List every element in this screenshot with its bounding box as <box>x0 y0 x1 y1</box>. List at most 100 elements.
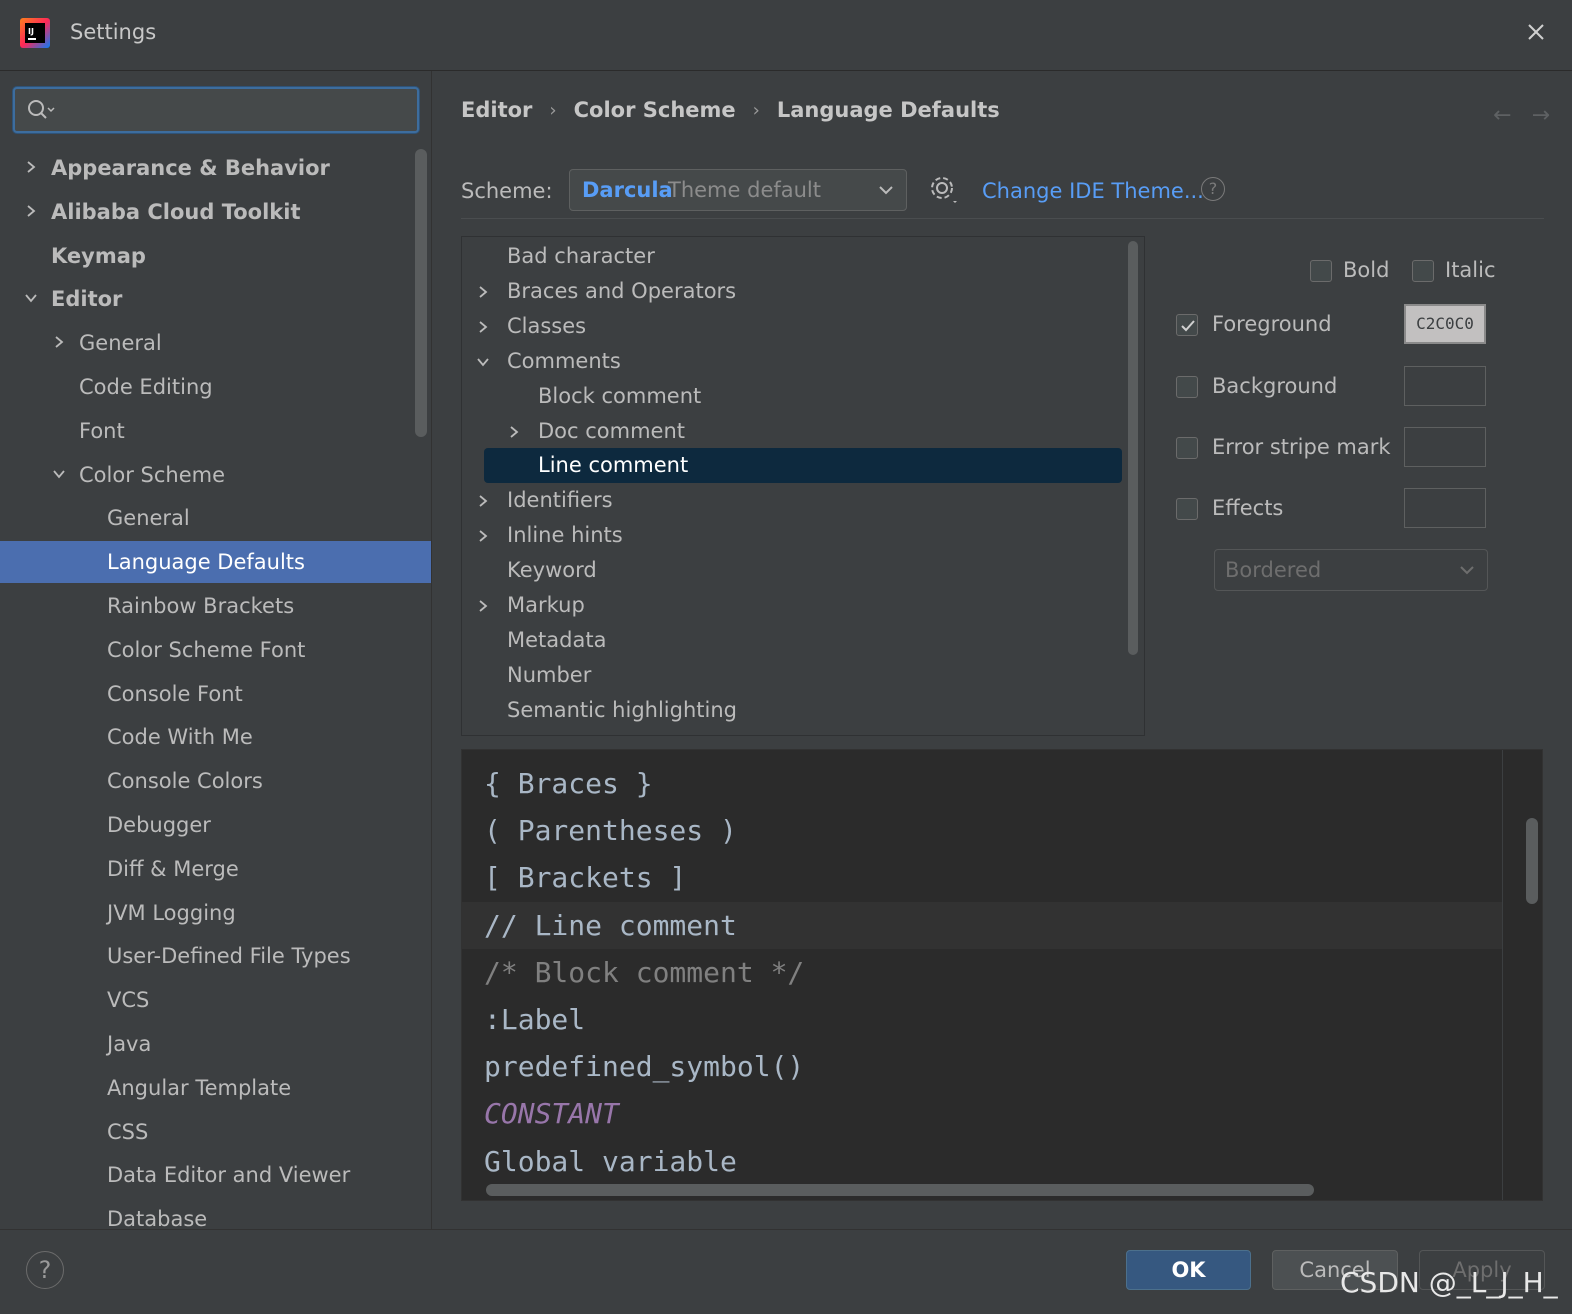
attribute-item-label: Metadata <box>507 627 607 652</box>
chevron-down-icon[interactable] <box>24 291 38 305</box>
sidebar-item-editor[interactable]: Editor <box>0 278 431 320</box>
chevron-right-icon[interactable] <box>476 320 490 334</box>
attribute-item-keyword[interactable]: Keyword <box>462 553 1122 588</box>
sidebar-item-general[interactable]: General <box>0 322 431 364</box>
intellij-logo-icon: IJ <box>20 18 50 48</box>
attributes-tree: Bad character Braces and Operators Classes… <box>461 236 1145 736</box>
attribute-item-markup[interactable]: Markup <box>462 588 1122 623</box>
error-stripe-color-swatch[interactable] <box>1404 427 1486 467</box>
sidebar-item-angular-template[interactable]: Angular Template <box>0 1067 431 1109</box>
chevron-right-icon[interactable] <box>52 335 66 349</box>
breadcrumb-editor[interactable]: Editor <box>461 98 532 122</box>
sidebar-item-css[interactable]: CSS <box>0 1111 431 1153</box>
foreground-checkbox[interactable] <box>1176 314 1198 336</box>
effects-color-swatch[interactable] <box>1404 488 1486 528</box>
scheme-select[interactable]: Darcula Theme default <box>569 169 907 211</box>
attribute-item-comments[interactable]: Comments <box>462 344 1122 379</box>
effects-label: Effects <box>1212 496 1284 520</box>
checkmark-icon <box>1181 320 1195 332</box>
forward-arrow-icon[interactable]: → <box>1532 103 1550 128</box>
foreground-color-swatch[interactable]: C2C0C0 <box>1404 304 1486 344</box>
scheme-label: Scheme: <box>461 179 553 203</box>
preview-line: CONSTANT <box>484 1097 619 1131</box>
sidebar-item-alibaba-cloud-toolkit[interactable]: Alibaba Cloud Toolkit <box>0 191 431 233</box>
attribute-item-semantic-highlighting[interactable]: Semantic highlighting <box>462 693 1122 728</box>
preview-line: /* Block comment */ <box>484 955 805 989</box>
preview-vertical-scrollbar[interactable] <box>1526 818 1538 904</box>
breadcrumb-separator: › <box>549 99 557 121</box>
sidebar-item-font[interactable]: Font <box>0 410 431 452</box>
sidebar-item-code-editing[interactable]: Code Editing <box>0 366 431 408</box>
bold-checkbox[interactable] <box>1310 260 1332 282</box>
code-preview[interactable]: { Braces } ( Parentheses ) [ Brackets ] // … <box>461 749 1543 1201</box>
background-checkbox[interactable] <box>1176 376 1198 398</box>
preview-line: predefined_symbol() <box>484 1050 805 1084</box>
attribute-item-braces-and-operators[interactable]: Braces and Operators <box>462 274 1122 309</box>
sidebar-item-label: Language Defaults <box>107 550 305 575</box>
attribute-item-identifiers[interactable]: Identifiers <box>462 483 1122 518</box>
sidebar-item-debugger[interactable]: Debugger <box>0 804 431 846</box>
sidebar-item-java[interactable]: Java <box>0 1023 431 1065</box>
attribute-item-classes[interactable]: Classes <box>462 309 1122 344</box>
attributes-scrollbar[interactable] <box>1128 241 1138 655</box>
attribute-item-bad-character[interactable]: Bad character <box>462 239 1122 274</box>
change-ide-theme-link[interactable]: Change IDE Theme... <box>982 179 1204 203</box>
sidebar-item-vcs[interactable]: VCS <box>0 979 431 1021</box>
sidebar-item-data-editor-and-viewer[interactable]: Data Editor and Viewer <box>0 1154 431 1196</box>
preview-line: { Braces } <box>484 767 653 800</box>
chevron-down-icon[interactable] <box>52 467 66 481</box>
back-arrow-icon[interactable]: ← <box>1493 103 1511 128</box>
sidebar-item-keymap[interactable]: Keymap <box>0 235 431 277</box>
sidebar-item-code-with-me[interactable]: Code With Me <box>0 716 431 758</box>
attribute-item-inline-hints[interactable]: Inline hints <box>462 518 1122 553</box>
search-input[interactable] <box>13 87 419 133</box>
effect-type-select[interactable]: Bordered <box>1214 549 1488 591</box>
sidebar-item-language-defaults[interactable]: Language Defaults <box>0 541 431 584</box>
chevron-right-icon[interactable] <box>476 599 490 613</box>
effects-checkbox[interactable] <box>1176 498 1198 520</box>
breadcrumb-color-scheme[interactable]: Color Scheme <box>574 98 736 122</box>
attribute-item-doc-comment[interactable]: Doc comment <box>462 414 1122 449</box>
chevron-right-icon[interactable] <box>476 285 490 299</box>
sidebar-item-label: Alibaba Cloud Toolkit <box>51 199 301 224</box>
gear-icon[interactable] <box>929 175 959 205</box>
sidebar-scrollbar[interactable] <box>415 149 427 437</box>
sidebar-item-user-defined-file-types[interactable]: User-Defined File Types <box>0 935 431 977</box>
background-color-swatch[interactable] <box>1404 366 1486 406</box>
foreground-label: Foreground <box>1212 312 1332 336</box>
sidebar-item-jvm-logging[interactable]: JVM Logging <box>0 892 431 934</box>
chevron-down-icon[interactable] <box>476 355 490 369</box>
sidebar-item-console-font[interactable]: Console Font <box>0 673 431 715</box>
sidebar-item-console-colors[interactable]: Console Colors <box>0 760 431 802</box>
sidebar-item-rainbow-brackets[interactable]: Rainbow Brackets <box>0 585 431 627</box>
sidebar-item-database[interactable]: Database <box>0 1198 431 1229</box>
attribute-item-metadata[interactable]: Metadata <box>462 623 1122 658</box>
attribute-item-label: Block comment <box>538 383 702 408</box>
italic-checkbox[interactable] <box>1412 260 1434 282</box>
help-icon[interactable]: ? <box>1201 177 1225 201</box>
chevron-right-icon[interactable] <box>24 204 38 218</box>
close-icon[interactable] <box>1522 18 1550 46</box>
chevron-right-icon[interactable] <box>476 529 490 543</box>
error-stripe-checkbox[interactable] <box>1176 437 1198 459</box>
help-button[interactable]: ? <box>26 1251 64 1289</box>
attribute-item-label: Semantic highlighting <box>507 697 737 722</box>
attribute-item-number[interactable]: Number <box>462 658 1122 693</box>
chevron-right-icon[interactable] <box>507 425 521 439</box>
sidebar-item-color-scheme-font[interactable]: Color Scheme Font <box>0 629 431 671</box>
chevron-right-icon[interactable] <box>476 494 490 508</box>
sidebar-item-diff-merge[interactable]: Diff & Merge <box>0 848 431 890</box>
preview-divider <box>1502 750 1503 1200</box>
attribute-item-label: Markup <box>507 593 585 617</box>
ok-button[interactable]: OK <box>1126 1250 1251 1290</box>
attribute-item-label: Inline hints <box>507 523 623 548</box>
preview-horizontal-scrollbar[interactable] <box>486 1184 1314 1196</box>
sidebar-item-general[interactable]: General <box>0 497 431 539</box>
chevron-right-icon[interactable] <box>24 160 38 174</box>
attribute-item-line-comment[interactable]: Line comment <box>462 448 1122 484</box>
preview-line: // Line comment <box>462 901 1502 949</box>
sidebar-item-appearance-behavior[interactable]: Appearance & Behavior <box>0 147 431 189</box>
sidebar-item-label: User-Defined File Types <box>107 944 351 969</box>
sidebar-item-color-scheme[interactable]: Color Scheme <box>0 454 431 496</box>
attribute-item-block-comment[interactable]: Block comment <box>462 379 1122 414</box>
